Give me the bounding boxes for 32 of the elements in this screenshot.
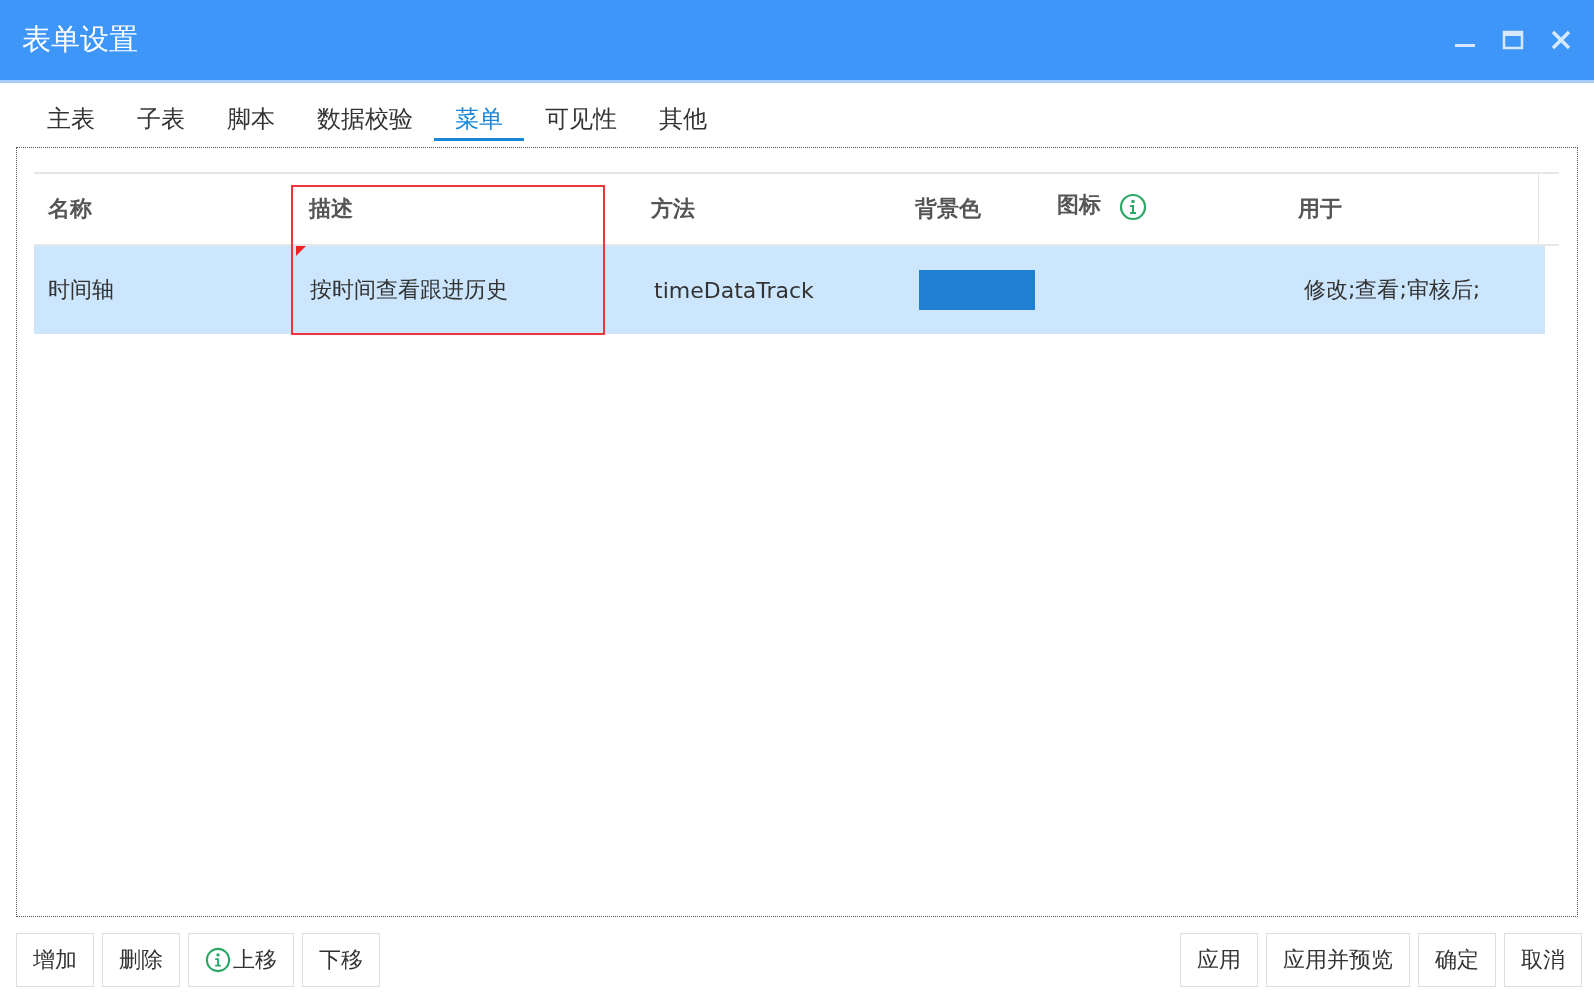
dialog-button[interactable]: 取消 — [1504, 933, 1582, 987]
dialog-button[interactable]: 应用并预览 — [1266, 933, 1410, 987]
edit-marker-icon — [296, 246, 306, 256]
table-cell-text: 修改;查看;审核后; — [1304, 276, 1481, 304]
table-cell: timeDataTrack — [654, 277, 814, 303]
dialog-button[interactable]: 确定 — [1418, 933, 1496, 987]
tab[interactable]: 子表 — [116, 97, 206, 141]
table-cell-text: 按时间查看跟进历史 — [310, 276, 508, 304]
column-header: 方法 — [651, 195, 696, 223]
tab[interactable]: 脚本 — [206, 97, 296, 141]
toolbar-button[interactable]: 删除 — [102, 933, 180, 987]
info-icon[interactable] — [1119, 193, 1148, 221]
toolbar-button[interactable]: 上移 — [188, 933, 294, 987]
window-title: 表单设置 — [22, 21, 138, 58]
tab[interactable]: 可见性 — [524, 97, 638, 141]
tab[interactable]: 菜单 — [434, 97, 524, 141]
toolbar-button[interactable]: 下移 — [302, 933, 380, 987]
info-icon — [205, 947, 231, 973]
tab[interactable]: 其他 — [638, 97, 728, 141]
column-header: 背景色 — [915, 195, 981, 223]
maximize-icon[interactable] — [1502, 29, 1524, 51]
table-row[interactable]: 时间轴 按时间查看跟进历史 timeDataTrack 修改;查看;审核后; — [34, 246, 1545, 334]
dialog-button[interactable]: 应用 — [1180, 933, 1258, 987]
close-icon[interactable] — [1550, 29, 1572, 51]
toolbar-button[interactable]: 增加 — [16, 933, 94, 987]
column-header: 描述 — [308, 195, 353, 223]
column-header: 名称 — [48, 195, 92, 223]
table-cell-text: 时间轴 — [48, 276, 114, 304]
tab[interactable]: 主表 — [26, 97, 116, 141]
column-header: 图标 — [1057, 191, 1102, 219]
column-header: 用于 — [1298, 195, 1343, 223]
tab[interactable]: 数据校验 — [296, 97, 434, 141]
